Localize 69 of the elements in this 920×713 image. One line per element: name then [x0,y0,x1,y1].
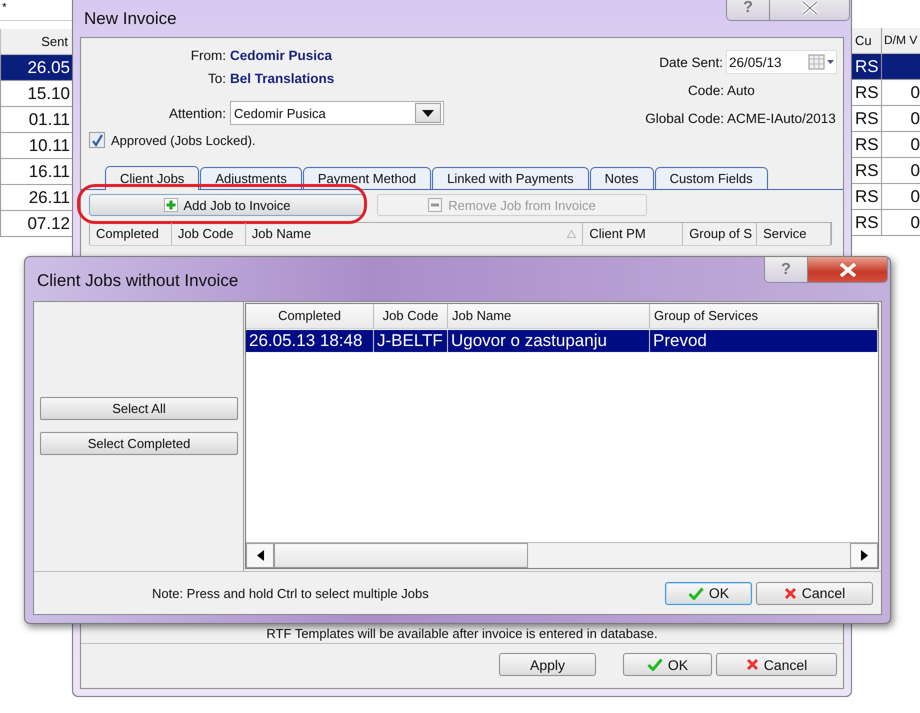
sender-name: Cedomir Pusica [230,48,332,63]
code-label: Code: [688,82,724,98]
column-header[interactable]: Completed [246,304,374,328]
from-label: From: [190,48,227,63]
table-cell: 26.05.13 18:48 [246,330,374,352]
table-cell-text: 0 [910,212,920,234]
dropdown-icon [422,110,434,116]
close-icon [800,0,818,14]
sort-icon [567,230,576,238]
table-cell: Prevod [650,330,878,352]
tab[interactable]: Custom Fields [654,167,768,189]
cancel-button[interactable]: Cancel [756,582,873,604]
table-cell-text: 0 [910,82,920,104]
tab[interactable]: Linked with Payments [432,167,589,189]
date-field[interactable]: 26/05/13 [726,50,837,74]
table-cell-text: 0 [910,108,920,130]
table-cell: J-BELTF [374,330,448,352]
ok-button[interactable]: OK [623,653,712,676]
code-value: Auto [727,82,756,98]
column-header[interactable]: Job Code [374,304,448,328]
recipient-name: Bel Translations [230,71,334,86]
table-cell-text: 0 [910,134,920,156]
cross-icon [784,586,797,600]
attention-dropdown[interactable]: Cedomir Pusica [230,101,444,125]
table-row[interactable]: 26.05.13 18:48 J-BELTF Ugovor o zastupanju Prevod [246,330,878,352]
approved-checkbox[interactable] [89,132,105,148]
horizontal-scrollbar[interactable] [246,542,878,568]
column-header: D/M V [883,32,918,49]
column-header[interactable]: Group of S [683,223,758,245]
checkbox-label: Approved (Jobs Locked). [111,132,256,148]
table-cell-text: 0 [910,186,920,208]
help-button[interactable]: ? [765,257,807,282]
column-header[interactable]: Group of Services [650,304,878,328]
column-header[interactable]: Job Name [448,304,650,328]
attention-label: Attention: [168,106,227,120]
dialog-title: Client Jobs without Invoice [37,271,238,291]
check-icon [646,658,663,671]
column-header[interactable]: Service [757,223,831,245]
to-label: To: [206,71,227,86]
close-button[interactable] [769,0,849,20]
window-title: New Invoice [84,9,177,29]
global-code-value: ACME-IAuto/2013 [727,110,837,126]
check-icon [688,586,704,600]
cancel-button[interactable]: Cancel [716,653,837,676]
column-header: Sent [0,29,72,55]
minus-icon [428,198,442,212]
tab[interactable]: Notes [590,167,654,189]
add-job-button[interactable]: Add Job to Invoice [89,194,365,216]
apply-button[interactable]: Apply [499,653,596,676]
calendar-icon [808,54,836,70]
close-button[interactable] [807,257,887,282]
help-button[interactable]: ? [727,0,769,20]
table-cell: 26.05 [0,55,72,81]
table-cell: Ugovor o zastupanju [448,330,650,352]
close-icon [838,262,856,276]
column-header[interactable]: Client PM [583,223,684,245]
column-header[interactable]: Job Name [246,223,584,245]
tab[interactable]: Payment Method [302,167,432,189]
column-header[interactable]: Job Code [172,223,246,245]
global-code-label: Global Code: [645,110,724,126]
select-button[interactable]: Select Completed [40,432,238,455]
cross-icon [746,658,759,671]
plus-icon [164,198,178,212]
ok-button[interactable]: OK [665,582,752,604]
date-sent-label: Date Sent: [659,54,723,70]
column-header[interactable]: Completed [90,223,172,245]
select-button[interactable]: Select All [40,397,238,420]
table-cell-text: 0 [910,160,920,182]
hint-text: Note: Press and hold Ctrl to select multiple Jobs [151,586,430,600]
